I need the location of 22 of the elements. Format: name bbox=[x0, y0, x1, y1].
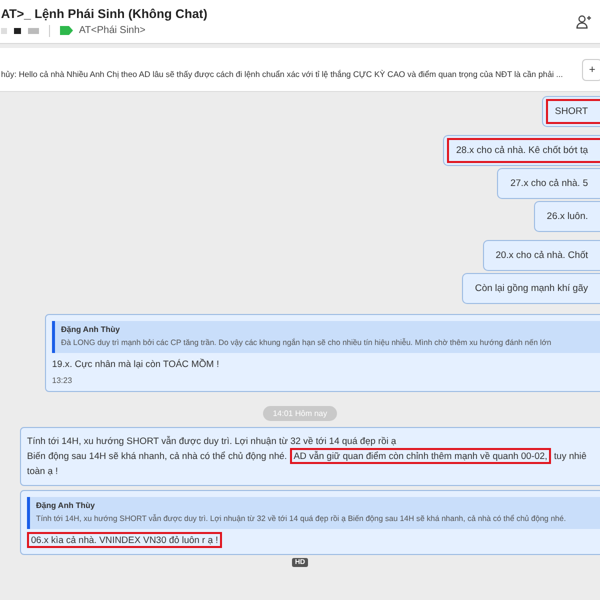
quote-author: Đặng Anh Thùy bbox=[36, 501, 96, 510]
message-time: 13:23 bbox=[52, 376, 74, 385]
add-member-icon[interactable] bbox=[576, 14, 592, 30]
message-text: Còn lại gồng mạnh khí gãy bbox=[474, 282, 589, 296]
message-text: Biến động sau 14H sẽ khá nhanh, cả nhà có thể chủ động nhé. bbox=[27, 451, 287, 461]
message-text: 26.x luôn. bbox=[546, 210, 589, 224]
message-text: toàn ạ ! bbox=[27, 466, 58, 476]
message-text: tuy nhiê bbox=[554, 451, 587, 461]
highlighted-text: AD vẫn giữ quan điểm còn chỉnh thêm mạnh về quanh 00-02, bbox=[290, 448, 552, 464]
chat-title: AT>_ Lệnh Phái Sinh (Không Chat) bbox=[1, 6, 208, 20]
message-text: SHORT bbox=[546, 99, 600, 124]
message-text: Tính tới 14H, xu hướng SHORT vẫn được duy trì. Lợi nhuận từ 32 về tới 14 quá đẹp rồi ạ bbox=[27, 436, 396, 446]
tag-label: AT<Phái Sinh> bbox=[79, 25, 146, 36]
message-text: 27.x cho cả nhà. 5 bbox=[509, 177, 589, 191]
tag-icon bbox=[60, 26, 73, 35]
highlighted-text: 06.x kìa cả nhà. VNINDEX VN30 đỏ luôn r ạ ! bbox=[27, 532, 222, 548]
message-text: 19.x. Cực nhân mà lại còn TOÁC MỒM ! bbox=[52, 359, 220, 369]
message-text: 28.x cho cả nhà. Kê chốt bớt tạ bbox=[447, 138, 600, 163]
pinned-message[interactable]: hủy: Hello cả nhà Nhiều Anh Chị theo AD lâu sẽ thấy được cách đi lệnh chuẩn xác với tỉ lệ thắng CỰC KỲ CAO và điểm quan trọng của NĐT là cần phải ... bbox=[1, 60, 563, 79]
add-button[interactable]: + bbox=[582, 58, 600, 80]
quote-author: Đặng Anh Thùy bbox=[61, 325, 121, 334]
message-text: 20.x cho cả nhà. Chốt bbox=[494, 249, 589, 263]
